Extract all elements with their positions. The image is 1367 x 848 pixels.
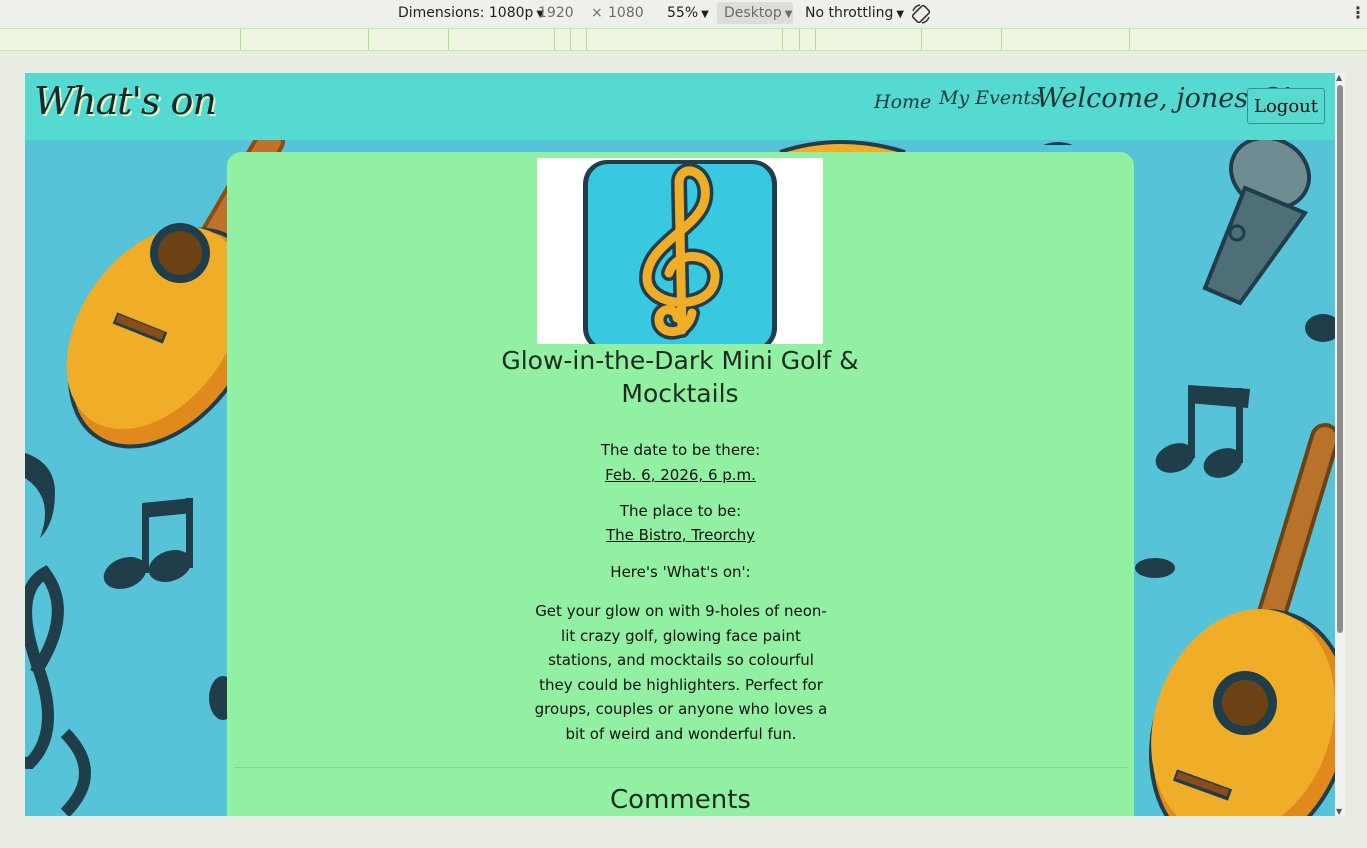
whats-on-label: Here's 'What's on':: [610, 563, 751, 581]
device-mode-dropdown[interactable]: Desktop ▼: [724, 5, 792, 21]
zoom-dropdown[interactable]: 55% ▼: [667, 5, 709, 21]
ruler-tick[interactable]: [815, 29, 816, 50]
notes-left: [25, 453, 237, 816]
page-scrollbar[interactable]: ▲ ▼: [1335, 73, 1345, 816]
site-logo[interactable]: What's on: [34, 79, 217, 123]
page-viewport: What's on Home My Events Welcome, jonesc…: [25, 73, 1335, 816]
rotate-icon[interactable]: [910, 3, 932, 25]
event-date-link[interactable]: Feb. 6, 2026, 6 p.m.: [605, 466, 756, 484]
ruler-tick[interactable]: [368, 29, 369, 50]
width-input[interactable]: 1920: [538, 5, 574, 21]
times-symbol: ×: [591, 5, 603, 21]
comments-heading: Comments: [610, 785, 751, 815]
caret-down-icon: ▼: [896, 9, 905, 20]
ruler-tick[interactable]: [570, 29, 571, 50]
ruler-tick[interactable]: [1129, 29, 1130, 50]
dimensions-dropdown[interactable]: Dimensions: 1080p ▼: [398, 5, 544, 21]
caret-down-icon: ▼: [701, 9, 709, 20]
ruler-tick[interactable]: [554, 29, 555, 50]
ruler-tick[interactable]: [240, 29, 241, 50]
guitar-right-illustration: [1149, 423, 1335, 816]
event-description: Get your glow on with 9-holes of neon-li…: [534, 602, 828, 743]
ruler-tick[interactable]: [799, 29, 800, 50]
divider: [234, 767, 1127, 768]
ruler-tick[interactable]: [448, 29, 449, 50]
throttling-label: No throttling: [805, 5, 894, 21]
treble-clef-icon: [583, 160, 777, 352]
ruler-tick[interactable]: [586, 29, 587, 50]
scroll-up-icon[interactable]: ▲: [1336, 73, 1342, 82]
caret-down-icon: ▼: [784, 9, 793, 20]
device-mode-label: Desktop: [724, 5, 782, 21]
ruler-tick[interactable]: [1001, 29, 1002, 50]
site-navbar: What's on Home My Events Welcome, jonesc…: [25, 73, 1335, 140]
scrollbar-thumb[interactable]: [1337, 85, 1343, 633]
devtools-toolbar: Dimensions: 1080p ▼ 1920 × 1080 55% ▼ Desk…: [0, 0, 1367, 28]
place-label: The place to be:: [619, 502, 742, 520]
event-title: Glow-in-the-Dark Mini Golf & Mocktails: [501, 346, 859, 408]
nav-my-events-link[interactable]: My Events: [939, 87, 1041, 109]
media-query-ruler: [0, 28, 1367, 51]
height-input[interactable]: 1080: [608, 5, 644, 21]
throttling-dropdown[interactable]: No throttling ▼: [805, 5, 904, 21]
ruler-tick[interactable]: [782, 29, 783, 50]
dimensions-label: Dimensions: 1080p: [398, 5, 534, 21]
logout-button[interactable]: Logout: [1247, 88, 1325, 124]
event-image: [537, 158, 823, 352]
microphone-illustration: [1202, 135, 1311, 306]
event-place-link[interactable]: The Bistro, Treorchy: [606, 526, 755, 544]
nav-home-link[interactable]: Home: [874, 91, 931, 113]
ruler-tick[interactable]: [921, 29, 922, 50]
event-card: Glow-in-the-Dark Mini Golf & Mocktails T…: [227, 152, 1134, 816]
zoom-label: 55%: [667, 5, 699, 21]
date-label: The date to be there:: [600, 441, 761, 459]
scroll-down-icon[interactable]: ▼: [1336, 807, 1342, 816]
kebab-menu-icon[interactable]: ⋮: [1350, 3, 1366, 22]
